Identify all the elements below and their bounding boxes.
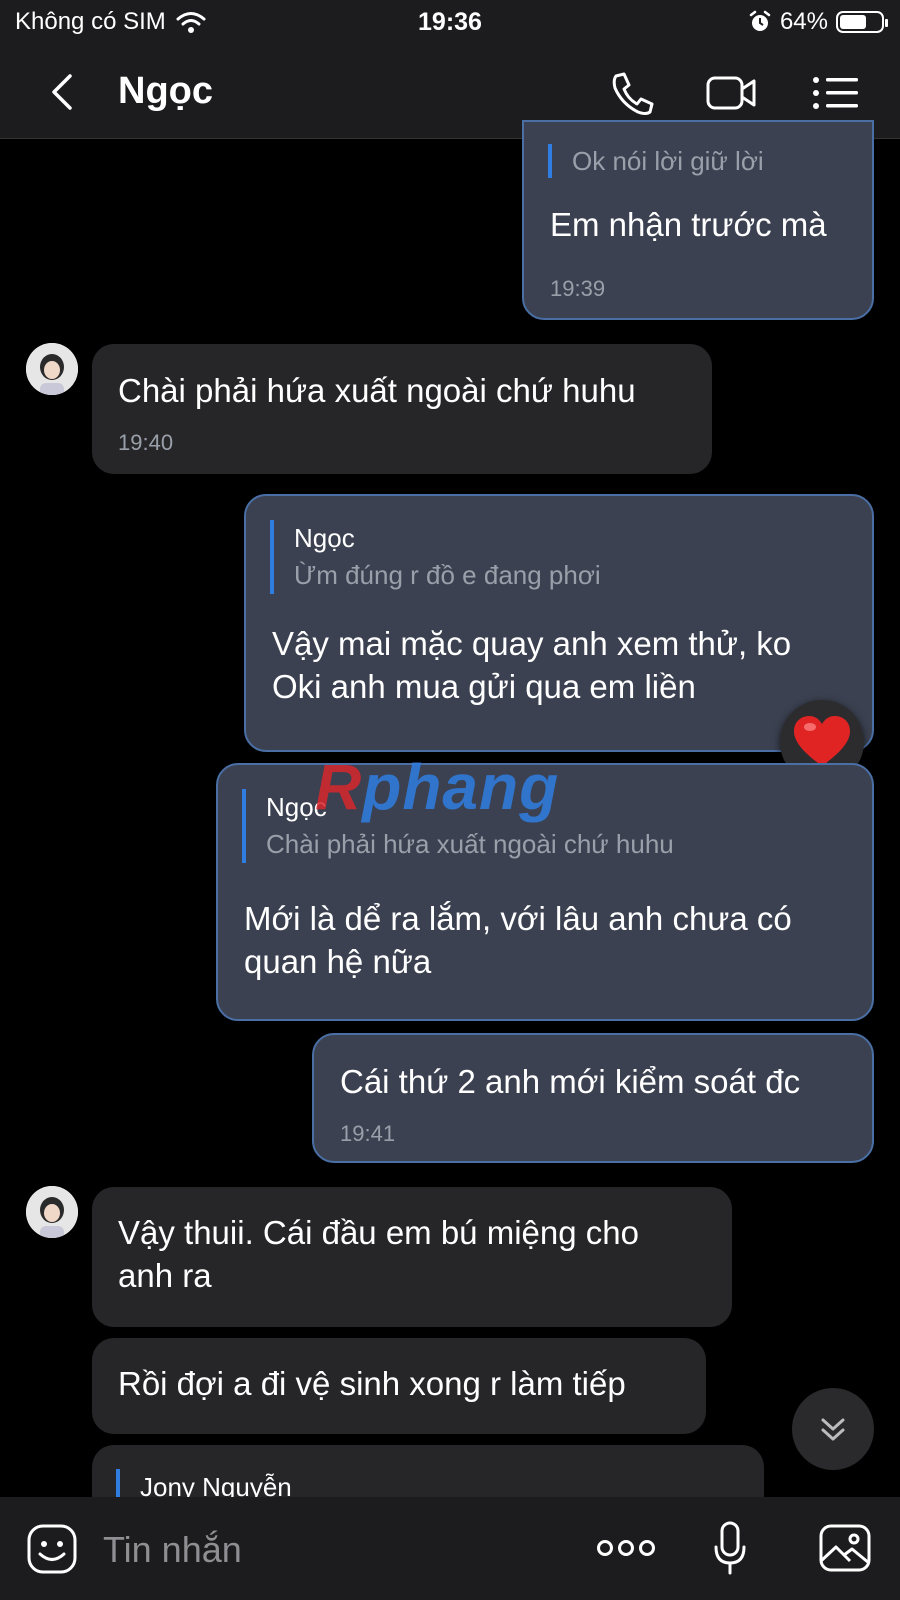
watermark-logo: Rphang: [315, 751, 560, 823]
message-text: Em nhận trước mà: [550, 206, 827, 243]
avatar-image: [26, 1186, 78, 1238]
avatar[interactable]: [26, 1186, 78, 1238]
message-time: 19:39: [550, 276, 606, 301]
message-bubble-incoming[interactable]: Vậy thuii. Cái đầu em bú miệng cho anh r…: [92, 1187, 732, 1327]
phone-icon[interactable]: [606, 68, 660, 118]
message-time: 19:41: [340, 1121, 396, 1146]
message-bubble-incoming[interactable]: Rồi đợi a đi vệ sinh xong r làm tiếp: [92, 1338, 706, 1434]
message-text: Mới là dể ra lắm, với lâu anh chưa có qu…: [244, 900, 792, 980]
microphone-icon[interactable]: [712, 1521, 748, 1577]
video-camera-icon[interactable]: [704, 68, 758, 118]
message-time: 19:40: [118, 430, 174, 455]
menu-list-icon[interactable]: [810, 68, 864, 118]
battery-fill: [840, 15, 866, 29]
message-text: Cái thứ 2 anh mới kiểm soát đc: [340, 1063, 801, 1100]
chat-title[interactable]: Ngọc: [118, 70, 213, 113]
alarm-icon: [749, 10, 771, 31]
quote-text: Ok nói lời giữ lời: [572, 146, 764, 176]
status-bar: Không có SIM 19:36 64%: [0, 0, 900, 46]
message-text: Chài phải hứa xuất ngoài chứ huhu: [118, 372, 636, 409]
battery-status: 64%: [748, 8, 888, 36]
avatar[interactable]: [26, 343, 78, 395]
message-text: Vậy mai mặc quay anh xem thử, ko Oki anh…: [272, 625, 792, 705]
message-bubble-outgoing[interactable]: Cái thứ 2 anh mới kiểm soát đc 19:41: [312, 1033, 874, 1163]
scroll-to-bottom-button[interactable]: [792, 1388, 874, 1470]
avatar-image: [26, 343, 78, 395]
message-bubble-incoming[interactable]: Chài phải hứa xuất ngoài chứ huhu 19:40: [92, 344, 712, 474]
reply-quote: Ngọc Ừm đúng r đồ e đang phơi: [270, 520, 601, 594]
battery-icon: [836, 11, 888, 33]
message-input-bar: Tin nhắn: [0, 1497, 900, 1600]
message-text: Rồi đợi a đi vệ sinh xong r làm tiếp: [118, 1365, 626, 1402]
quote-text: Chài phải hứa xuất ngoài chứ huhu: [266, 829, 674, 859]
emoji-icon[interactable]: [26, 1523, 78, 1575]
message-input[interactable]: Tin nhắn: [103, 1529, 242, 1571]
message-bubble-outgoing[interactable]: Ok nói lời giữ lời Em nhận trước mà 19:3…: [522, 120, 874, 320]
back-chevron-icon[interactable]: [42, 70, 82, 114]
battery-percent: 64%: [779, 8, 828, 35]
reply-quote: Ok nói lời giữ lời: [548, 144, 764, 178]
quote-text: Ừm đúng r đồ e đang phơi: [294, 560, 601, 590]
double-chevron-down-icon: [821, 1418, 845, 1441]
message-text: Vậy thuii. Cái đầu em bú miệng cho anh r…: [118, 1214, 639, 1294]
quote-sender: Ngọc: [294, 523, 355, 553]
more-icon[interactable]: [596, 1533, 656, 1563]
image-icon[interactable]: [818, 1523, 872, 1573]
